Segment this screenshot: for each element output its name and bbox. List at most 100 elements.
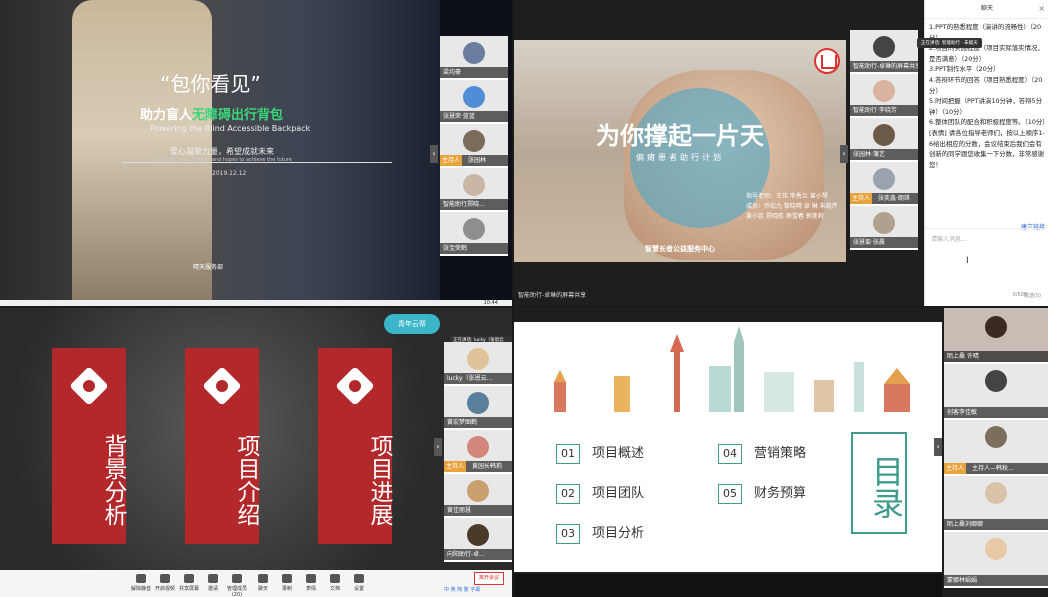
slide-title: “包你看见” xyxy=(160,72,261,96)
slide-credits: 指导老师：王伟 李秀兰 曾小琴 成员：乔宏九 黎晓晴 卓 琳 朱晓芹 黄小蕊 郑… xyxy=(746,193,838,220)
share-button[interactable]: 共享屏幕 xyxy=(178,574,200,592)
slide-brand: 晴天服务部 xyxy=(193,264,224,271)
invite-button[interactable]: 邀请 xyxy=(202,574,224,592)
avatar xyxy=(985,426,1007,448)
toc-item: 01 项目概述 xyxy=(556,442,644,464)
toc-item: 04 营销策略 xyxy=(718,442,806,464)
avatar xyxy=(463,218,485,240)
org-logo-icon xyxy=(814,48,840,74)
participant-tile[interactable]: 智能助行·李晓芳 xyxy=(850,74,918,118)
avatar xyxy=(873,80,895,102)
chat-header: 聊天 xyxy=(925,0,1048,19)
window-bottom-bar xyxy=(514,574,942,597)
participant-tile[interactable]: 张园林 主持人 xyxy=(440,124,508,168)
slide-slogan-en: Love gathers strength and hopes to achie… xyxy=(155,157,292,163)
document-icon xyxy=(330,574,340,583)
docs-button[interactable]: 文档 xyxy=(324,574,346,592)
emoji-icon xyxy=(306,574,316,583)
chevron-right-icon[interactable]: › xyxy=(840,145,848,163)
avatar xyxy=(467,524,489,546)
participant-strip: 陌上桑 许晴 创客李佳敏 主持人—韩秋… 主持人 陌上桑刘卿卿 蒙娜林娟娟 xyxy=(944,308,1048,588)
lightbulb-icon xyxy=(69,366,109,406)
chat-panel: 聊天 × 1.PPT的熟悉程度（演讲的流畅性）（20分） 2.项目的实施程度（项… xyxy=(917,0,1048,306)
taskbar xyxy=(0,300,512,306)
shared-slide-backpack: “包你看见” 助力盲人无障碍出行背包 Powering the Blind Ac… xyxy=(0,0,440,300)
slide-org: 智慧长者公益服务中心 xyxy=(645,245,715,253)
participant-tile[interactable]: 张宝荣鹤 xyxy=(440,212,508,256)
participant-tile[interactable]: 黄佳丽慧 xyxy=(444,474,512,518)
avatar xyxy=(467,480,489,502)
people-icon xyxy=(232,574,242,583)
meeting-window-2: 为你撑起一片天 偏瘫患者助行计划 指导老师：王伟 李秀兰 曾小琴 成员：乔宏九 … xyxy=(514,0,1048,306)
toc-item: 02 项目团队 xyxy=(556,482,644,504)
participant-strip: 梁均豪 张慧荣·蓝蓝 张园林 主持人 智能助行郑晓… 张宝荣鹤 xyxy=(440,36,508,256)
slide-card: 项目进展 xyxy=(318,348,392,544)
video-button[interactable]: 开启视频 xyxy=(154,574,176,592)
record-button[interactable]: 录制 xyxy=(276,574,298,592)
avatar xyxy=(873,168,895,190)
toc-item: 03 项目分析 xyxy=(556,522,644,544)
avatar xyxy=(463,130,485,152)
clock: 10:44 xyxy=(483,300,498,306)
participant-tile[interactable]: 主持人—韩秋… 主持人 xyxy=(944,420,1048,476)
participant-tile[interactable]: 张奕鑫·朗琪 主持人 xyxy=(850,162,918,206)
chat-icon xyxy=(258,574,268,583)
leave-meeting-button[interactable]: 离开会议 xyxy=(474,572,504,585)
avatar xyxy=(463,174,485,196)
participant-tile[interactable]: 黄园长韩莉 主持人 xyxy=(444,430,512,474)
participant-tile[interactable]: 创客李佳敏 xyxy=(944,364,1048,420)
mute-button[interactable]: 解除静音 xyxy=(130,574,152,592)
microphone-icon xyxy=(136,574,146,583)
slide-title: 为你撑起一片天 xyxy=(596,122,764,150)
members-button[interactable]: 管理成员(20) xyxy=(226,574,248,597)
shared-slide-hemiplegia: 为你撑起一片天 偏瘫患者助行计划 指导老师：王伟 李秀兰 曾小琴 成员：乔宏九 … xyxy=(514,40,846,262)
target-icon xyxy=(202,366,242,406)
participant-strip: 智能助行-卓琳的屏幕共享 智能助行·李晓芳 张园林·蒲艺 张奕鑫·朗琪 主持人 张… xyxy=(850,30,918,250)
host-badge: 主持人 xyxy=(850,193,873,204)
participant-tile[interactable]: 黄宏梦图鹤 xyxy=(444,386,512,430)
slide-subtitle: 助力盲人无障碍出行背包 xyxy=(140,108,284,123)
slide-english: Powering the Blind Accessible Backpack xyxy=(150,124,311,133)
slide-card: 背景分析 xyxy=(52,348,126,544)
meeting-window-4: 01 项目概述 02 项目团队 03 项目分析 04 营销策略 05 财务预算 目录 › … xyxy=(514,308,1048,597)
participant-tile[interactable]: 智能助行-卓琳的屏幕共享 xyxy=(850,30,918,74)
participant-tile[interactable]: 蒙娜林娟娟 xyxy=(944,532,1048,588)
host-badge: 主持人 xyxy=(944,463,967,474)
emoji-button[interactable]: 表情 xyxy=(300,574,322,592)
participant-tile[interactable]: 张慧荣·蓝蓝 xyxy=(440,80,508,124)
speaking-tooltip: 正在讲话: 智能助行 · 朱毓天 xyxy=(917,38,982,48)
participant-tile[interactable]: 陌上桑刘卿卿 xyxy=(944,476,1048,532)
participant-tile[interactable]: 张园林·蒲艺 xyxy=(850,118,918,162)
meeting-toolbar: 解除静音 开启视频 共享屏幕 邀请 管理成员(20) 聊天 录制 表情 文档 设… xyxy=(0,570,512,597)
avatar xyxy=(873,124,895,146)
slide-date: 2019.12.12 xyxy=(212,170,247,177)
subtitle-options[interactable]: 中 英 简 繁 字幕 xyxy=(444,586,480,593)
chevron-right-icon[interactable]: › xyxy=(430,145,438,163)
avatar xyxy=(467,436,489,458)
host-badge: 主持人 xyxy=(440,155,463,166)
gear-icon xyxy=(354,574,364,583)
host-badge: 主持人 xyxy=(444,461,467,472)
chevron-right-icon[interactable]: › xyxy=(434,438,442,456)
avatar xyxy=(985,370,1007,392)
participant-tile[interactable]: lucky（张恩云… xyxy=(444,342,512,386)
participant-tile[interactable]: 智能助行郑晓… xyxy=(440,168,508,212)
participant-tile[interactable]: 陌上桑 许晴 xyxy=(944,308,1048,364)
participant-tile[interactable]: 梁均豪 xyxy=(440,36,508,80)
slide-subtitle: 偏瘫患者助行计划 xyxy=(636,153,724,162)
chat-button[interactable]: 聊天 xyxy=(252,574,274,592)
chevron-right-icon[interactable]: › xyxy=(934,438,942,456)
screen-share-label: 智能助行-卓琳的屏幕共享 xyxy=(518,292,587,299)
tools-icon xyxy=(335,366,375,406)
avatar xyxy=(985,482,1007,504)
avatar xyxy=(463,86,485,108)
participant-tile[interactable]: 张慧菊·张晨 xyxy=(850,206,918,250)
participant-tile[interactable]: 向阳助行-卓… xyxy=(444,518,512,562)
person-plus-icon xyxy=(208,574,218,583)
skyline-illustration xyxy=(554,326,910,412)
record-icon xyxy=(282,574,292,583)
close-icon[interactable]: × xyxy=(1038,0,1045,18)
settings-button[interactable]: 设置 xyxy=(348,574,370,592)
meeting-window-1: “包你看见” 助力盲人无障碍出行背包 Powering the Blind Ac… xyxy=(0,0,512,306)
send-button[interactable]: 发送(S) xyxy=(1024,292,1041,299)
